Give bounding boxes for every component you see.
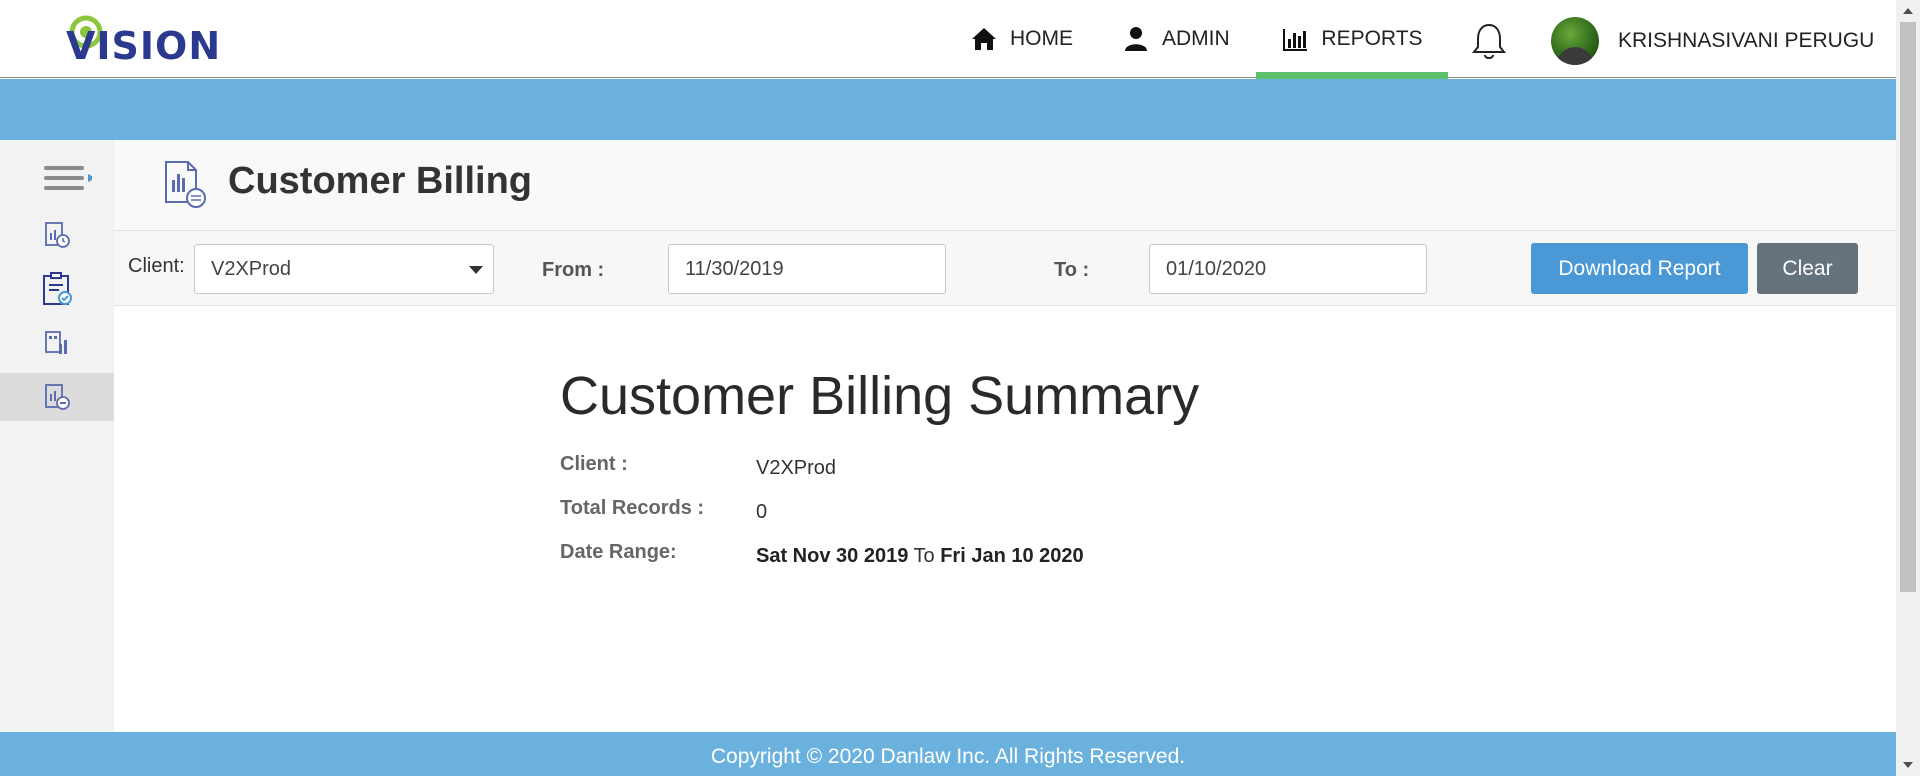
chevron-down-icon [469, 266, 483, 274]
nav-reports[interactable]: REPORTS [1256, 0, 1448, 79]
page-title: Customer Billing [228, 160, 533, 202]
client-select[interactable]: V2XProd [194, 244, 494, 294]
summary-range-value: Sat Nov 30 2019 To Fri Jan 10 2020 [756, 545, 1084, 568]
building-chart-icon [45, 331, 67, 354]
scrollbar-thumb[interactable] [1900, 22, 1916, 592]
blue-banner [0, 79, 1896, 140]
scroll-up-icon[interactable] [1903, 8, 1913, 14]
from-label: From : [542, 259, 605, 281]
range-start: Sat Nov 30 2019 [756, 545, 909, 567]
summary-records-value: 0 [756, 501, 768, 523]
menu-icon [44, 166, 92, 190]
billing-report-icon [45, 384, 70, 410]
from-date-input[interactable] [668, 244, 946, 294]
summary-client-value: V2XProd [756, 457, 837, 479]
avatar[interactable] [1551, 17, 1599, 65]
vision-logo[interactable]: VISION [62, 12, 242, 68]
to-label: To : [1054, 259, 1090, 281]
billing-summary: Customer Billing Summary Client : V2XPro… [560, 365, 1200, 567]
to-date-input[interactable] [1149, 244, 1427, 294]
range-end: Fri Jan 10 2020 [940, 545, 1084, 567]
bar-chart-icon [1283, 29, 1308, 51]
summary-range-label: Date Range: [560, 541, 677, 563]
logo-text: VISION [66, 24, 222, 68]
scroll-down-icon[interactable] [1903, 762, 1913, 768]
sidebar-item-site-reports[interactable] [0, 319, 114, 367]
nav-reports-label: REPORTS [1321, 27, 1423, 50]
sidebar-item-scheduled-reports[interactable] [0, 211, 114, 259]
nav-home-label: HOME [1010, 27, 1073, 50]
nav-home[interactable]: HOME [970, 0, 1073, 78]
report-clock-icon [45, 222, 70, 248]
client-label: Client: [128, 255, 185, 277]
sidebar-item-customer-billing[interactable] [0, 373, 114, 421]
user-icon [1125, 27, 1147, 51]
clipboard-check-icon [43, 272, 72, 305]
home-icon [972, 28, 996, 50]
clear-button[interactable]: Clear [1757, 243, 1858, 294]
page-header: Customer Billing [114, 140, 1896, 231]
copyright-text: Copyright © 2020 Danlaw Inc. All Rights … [710, 745, 1186, 768]
summary-records-label: Total Records : [560, 497, 705, 519]
bell-icon[interactable] [1468, 20, 1510, 62]
client-select-value: V2XProd [211, 258, 292, 280]
summary-client-label: Client : [560, 453, 628, 475]
customer-billing-icon [165, 161, 206, 208]
username[interactable]: KRISHNASIVANI PERUGU [1618, 29, 1874, 53]
sidebar-menu-toggle[interactable] [0, 154, 114, 202]
sidebar [0, 140, 114, 732]
range-separator: To [913, 545, 935, 567]
download-report-button[interactable]: Download Report [1531, 243, 1748, 294]
top-navigation: VISION HOME ADMIN REPORTS KRISHNASIVANI … [0, 0, 1896, 79]
filter-bar: Client: V2XProd From : To : Download Rep… [114, 231, 1896, 306]
nav-admin[interactable]: ADMIN [1122, 0, 1230, 78]
sidebar-item-checklist[interactable] [0, 265, 114, 313]
summary-title: Customer Billing Summary [560, 366, 1200, 426]
nav-admin-label: ADMIN [1162, 27, 1230, 50]
footer: Copyright © 2020 Danlaw Inc. All Rights … [0, 732, 1896, 776]
vertical-scrollbar[interactable] [1896, 0, 1920, 776]
